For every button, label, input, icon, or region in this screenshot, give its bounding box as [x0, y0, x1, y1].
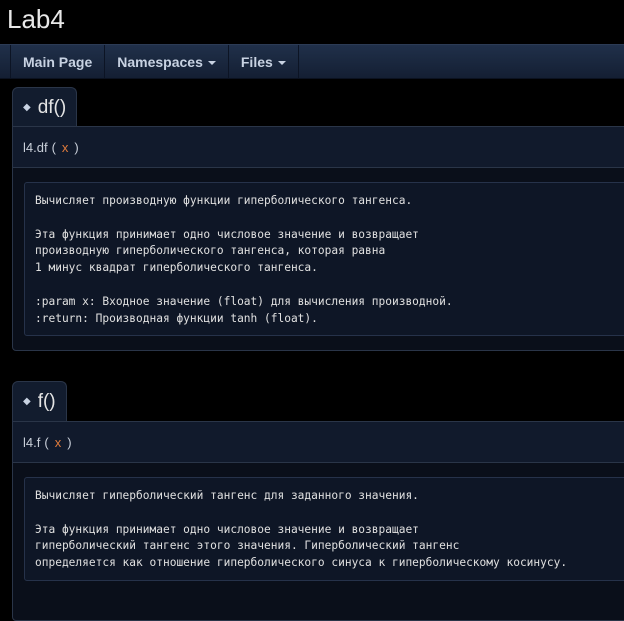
caret-down-icon	[277, 60, 286, 65]
param-name: x	[54, 434, 62, 450]
member-name: f()	[37, 390, 56, 412]
nav-main-page-label: Main Page	[23, 53, 93, 70]
member-doc-df: l4.df ( x ) Вычисляет производную функци…	[12, 126, 624, 351]
open-paren: (	[51, 139, 56, 155]
nav-namespaces-label: Namespaces	[117, 53, 203, 70]
param-name: x	[61, 139, 69, 155]
project-name: Lab4	[7, 4, 65, 34]
title-bar: Lab4	[0, 0, 624, 44]
close-paren: )	[67, 434, 72, 450]
member-title-f: ◆ f()	[12, 381, 67, 421]
member-prototype: l4.df ( x )	[13, 127, 624, 168]
open-paren: (	[44, 434, 49, 450]
member-title-df: ◆ df()	[12, 87, 78, 127]
nav-files-label: Files	[240, 53, 273, 70]
member-doc-f: l4.f ( x ) Вычисляет гиперболический тан…	[12, 421, 624, 621]
caret-down-icon	[207, 60, 216, 65]
function-name: l4.df	[23, 139, 48, 155]
function-name: l4.f	[23, 434, 41, 450]
member-doc-area: Вычисляет гиперболический тангенс для за…	[13, 463, 624, 595]
docstring-block: Вычисляет гиперболический тангенс для за…	[24, 477, 624, 581]
diamond-icon: ◆	[23, 396, 31, 407]
nav-namespaces[interactable]: Namespaces	[105, 45, 229, 78]
main-navbar: Main Page Namespaces Files	[0, 44, 624, 79]
diamond-icon: ◆	[23, 102, 31, 113]
member-doc-area: Вычисляет производную функции гиперболич…	[13, 168, 624, 350]
nav-main-page[interactable]: Main Page	[10, 45, 106, 78]
docstring-block: Вычисляет производную функции гиперболич…	[24, 182, 624, 337]
member-prototype: l4.f ( x )	[13, 422, 624, 463]
nav-files[interactable]: Files	[229, 45, 299, 78]
close-paren: )	[74, 139, 79, 155]
member-name: df()	[37, 96, 67, 118]
